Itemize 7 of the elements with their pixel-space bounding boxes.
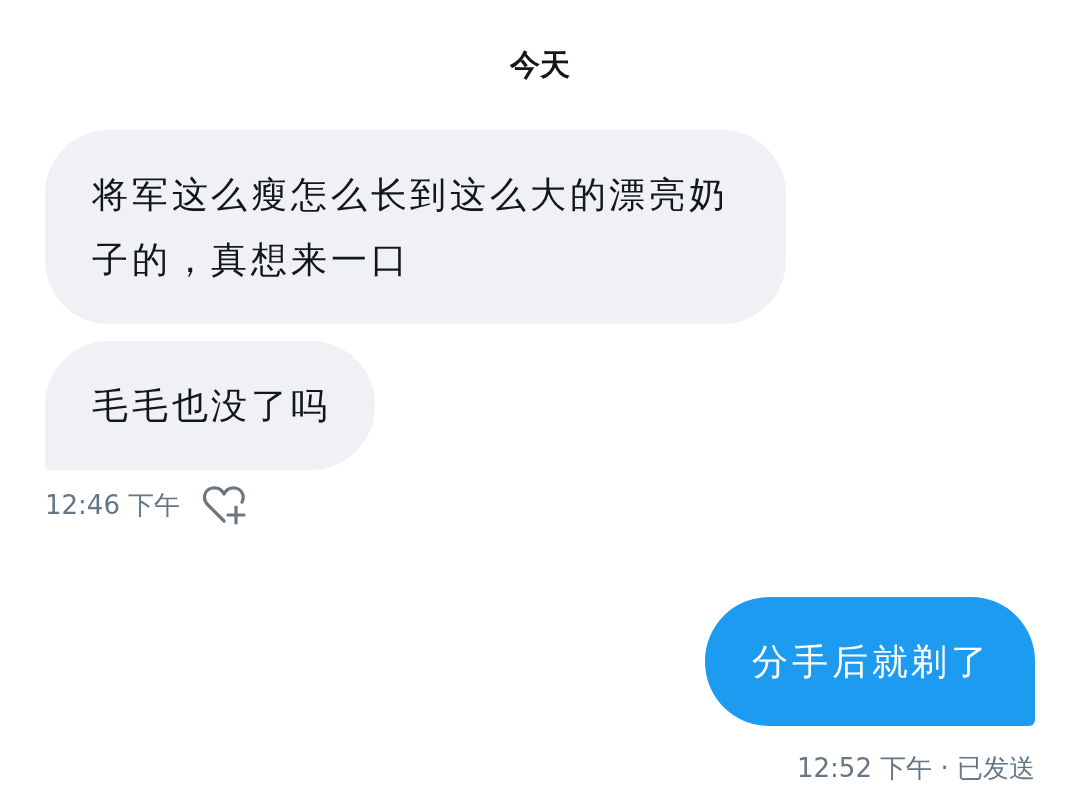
date-divider: 今天: [510, 46, 570, 84]
message-bubble: 毛毛也没了吗: [45, 341, 375, 470]
message-bubble: 分手后就剃了: [705, 597, 1035, 726]
message-time: 12:46 下午: [45, 489, 181, 522]
message-status: 12:52 下午 · 已发送: [797, 752, 1035, 785]
heart-plus-icon[interactable]: [202, 485, 247, 525]
message-bubble: 将军这么瘦怎么长到这么大的漂亮奶子的，真想来一口: [45, 130, 786, 324]
